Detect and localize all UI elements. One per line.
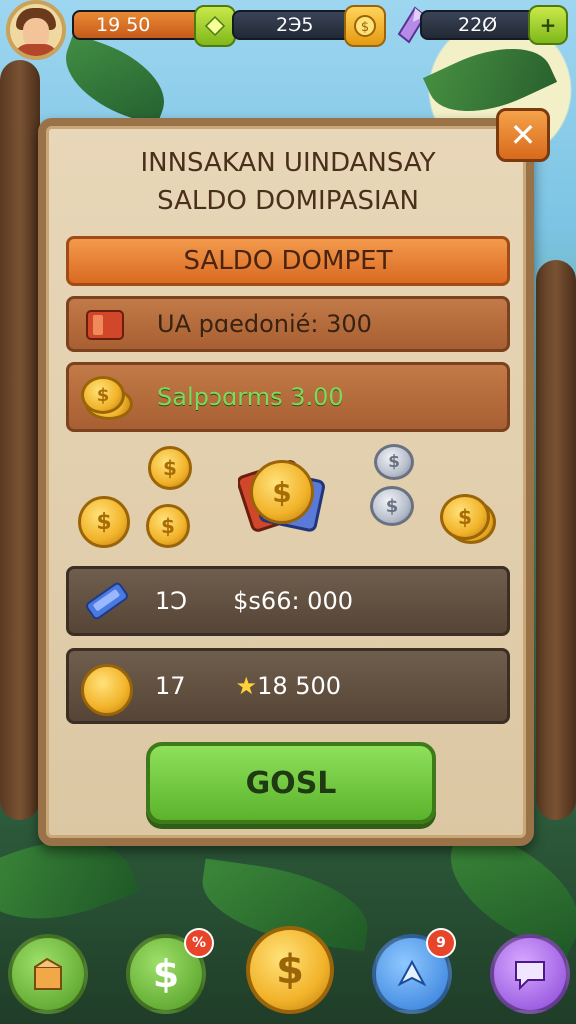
panel-title-line-1: INNSAKAN UINDANSAY xyxy=(140,148,436,178)
row-4-count: 17 xyxy=(155,672,186,700)
gold-coin-icon: $ xyxy=(440,494,490,540)
tree-trunk-left xyxy=(0,60,40,820)
balance-row-3[interactable]: 1Ɔ $s66: 000 xyxy=(66,566,510,636)
tree-trunk-right xyxy=(536,260,576,820)
balance-row-4[interactable]: 17 ★ 18 500 xyxy=(66,648,510,724)
add-crystal-button[interactable]: + xyxy=(528,5,568,45)
silver-coin-icon: $ xyxy=(370,486,414,526)
coin-stack-icon: $ xyxy=(81,376,125,414)
player-avatar[interactable] xyxy=(6,0,66,60)
gold-coin-icon: $ xyxy=(78,496,130,548)
gold-coin-icon: $ xyxy=(148,446,192,490)
map-arrow-icon xyxy=(397,959,427,987)
wallet-box-icon xyxy=(83,305,129,343)
gold-coin-icon[interactable]: $ xyxy=(344,5,386,47)
top-hud: 19 50 2Э5 $ 22Ø + xyxy=(0,0,576,60)
nav-chat-button[interactable] xyxy=(490,934,570,1014)
resource-bar-2: 2Э5 xyxy=(232,10,360,40)
gold-trophy-icon xyxy=(81,664,133,716)
go-button-label: GOSL xyxy=(245,765,337,801)
resource-3-value: 22Ø xyxy=(458,14,498,36)
resource-2-value: 2Э5 xyxy=(276,14,314,36)
chat-bubble-icon xyxy=(515,961,545,991)
gold-coin-icon: $ xyxy=(276,947,304,993)
shop-box-icon xyxy=(34,957,62,990)
svg-text:$: $ xyxy=(361,20,369,35)
gold-coin-icon: $ xyxy=(146,504,190,548)
panel-title-line-2: SALDO DOMIPASIAN xyxy=(157,186,419,216)
silver-coin-icon: $ xyxy=(374,444,414,480)
row-3-value: $s66: 000 xyxy=(233,587,353,615)
nav-shop-button[interactable] xyxy=(8,934,88,1014)
banner-label: SALDO DOMPET xyxy=(183,246,393,276)
gold-coin-icon: $ xyxy=(250,460,314,524)
coin-stack-icon: $ xyxy=(79,370,133,424)
avatar-shirt xyxy=(14,44,58,56)
money-notification-badge: % xyxy=(184,928,214,958)
row-4-value: 18 500 xyxy=(257,672,342,700)
resource-1-value: 19 50 xyxy=(96,14,151,36)
row-2-label: Salpɔɑrms 3.00 xyxy=(157,383,344,411)
ticket-scroll-icon xyxy=(79,576,135,626)
dollar-icon: $ xyxy=(152,952,180,996)
gold-trophy-icon xyxy=(79,656,135,716)
resource-bar-3: 22Ø xyxy=(420,10,540,40)
balance-row-1[interactable]: UA pɑedonié: 300 xyxy=(66,296,510,352)
go-button[interactable]: GOSL xyxy=(146,742,436,824)
wallet-balance-banner: SALDO DOMPET xyxy=(66,236,510,286)
row-1-label: UA pɑedonié: 300 xyxy=(157,310,372,338)
map-notification-badge: 9 xyxy=(426,928,456,958)
row-3-count: 1Ɔ xyxy=(155,587,188,615)
plus-icon: + xyxy=(539,13,557,37)
lemon-gem-icon[interactable] xyxy=(194,5,236,47)
balance-row-2[interactable]: $ Salpɔɑrms 3.00 xyxy=(66,362,510,432)
nav-coin-button[interactable]: $ xyxy=(246,926,334,1014)
star-icon: ★ xyxy=(235,672,258,700)
